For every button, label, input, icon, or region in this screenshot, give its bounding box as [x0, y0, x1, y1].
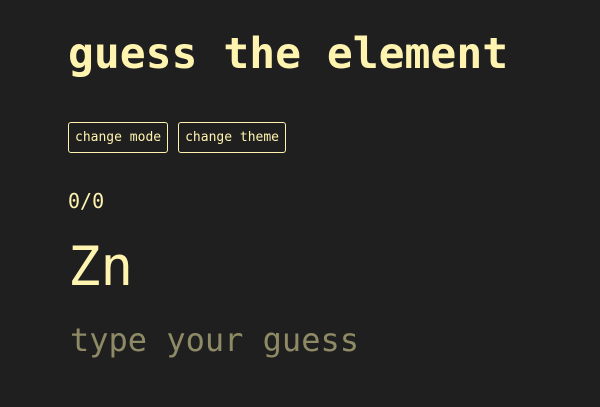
game-page: guess the element change mode change the…: [0, 0, 600, 407]
controls-row: change mode change theme: [68, 122, 287, 153]
guess-input[interactable]: [66, 318, 566, 362]
change-mode-button[interactable]: change mode: [68, 122, 169, 153]
change-theme-button[interactable]: change theme: [178, 122, 287, 153]
element-symbol: Zn: [68, 235, 134, 298]
page-title: guess the element: [68, 29, 509, 79]
score-counter: 0/0: [68, 189, 105, 213]
